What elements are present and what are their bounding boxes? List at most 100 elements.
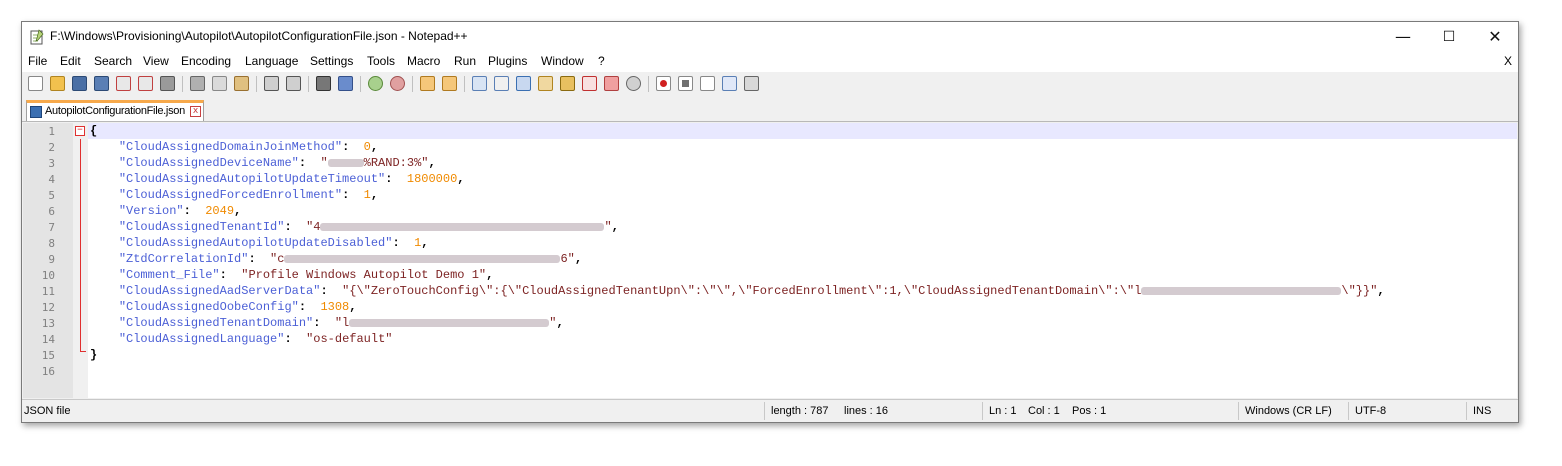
folder-as-workspace-icon[interactable] xyxy=(604,76,619,91)
line-number: 2 xyxy=(48,141,55,154)
copy-icon[interactable] xyxy=(212,76,227,91)
code-text: "CloudAssignedForcedEnrollment": 1, xyxy=(118,188,379,202)
play-macro-icon[interactable] xyxy=(700,76,715,91)
code-line: 8 "CloudAssignedAutopilotUpdateDisabled"… xyxy=(48,235,1517,251)
menu-file[interactable]: File xyxy=(28,54,47,68)
tab-label: AutopilotConfigurationFile.json xyxy=(45,105,185,117)
new-file-icon[interactable] xyxy=(28,76,43,91)
close-all-icon[interactable] xyxy=(138,76,153,91)
code-text: "CloudAssignedTenantDomain": "l ", xyxy=(118,316,564,330)
status-encoding[interactable]: UTF-8 xyxy=(1355,405,1386,417)
zoom-out-icon[interactable] xyxy=(390,76,405,91)
tab-autopilot-configuration-file[interactable]: AutopilotConfigurationFile.json x xyxy=(26,100,204,121)
toolbar-separator xyxy=(360,76,361,92)
monitoring-icon[interactable] xyxy=(626,76,641,91)
cut-icon[interactable] xyxy=(190,76,205,91)
zoom-in-icon[interactable] xyxy=(368,76,383,91)
save-icon[interactable] xyxy=(72,76,87,91)
menu-encoding[interactable]: Encoding xyxy=(181,54,231,68)
tab-bar: AutopilotConfigurationFile.json x xyxy=(22,98,1518,122)
open-file-icon[interactable] xyxy=(50,76,65,91)
status-eol[interactable]: Windows (CR LF) xyxy=(1245,405,1332,417)
line-number: 15 xyxy=(41,349,55,362)
code-text: "CloudAssignedAutopilotUpdateTimeout": 1… xyxy=(118,172,465,186)
code-text: { xyxy=(90,124,98,138)
menu-help[interactable]: ? xyxy=(598,54,605,68)
document-map-icon[interactable] xyxy=(560,76,575,91)
print-icon[interactable] xyxy=(160,76,175,91)
menu-run[interactable]: Run xyxy=(454,54,476,68)
status-separator xyxy=(764,402,765,420)
record-macro-icon[interactable] xyxy=(656,76,671,91)
define-language-icon[interactable] xyxy=(538,76,553,91)
save-macro-icon[interactable] xyxy=(744,76,759,91)
close-document-button[interactable]: X xyxy=(1504,54,1512,68)
tab-close-icon[interactable]: x xyxy=(190,106,201,117)
line-number: 1 xyxy=(48,125,55,138)
word-wrap-icon[interactable] xyxy=(472,76,487,91)
menu-language[interactable]: Language xyxy=(245,54,298,68)
menu-tools[interactable]: Tools xyxy=(367,54,395,68)
close-icon: ✕ xyxy=(1488,27,1502,46)
status-length: length : 787 xyxy=(771,405,829,417)
paste-icon[interactable] xyxy=(234,76,249,91)
minimize-button[interactable]: — xyxy=(1380,22,1426,52)
toolbar-separator xyxy=(182,76,183,92)
status-lines: lines : 16 xyxy=(844,405,889,417)
line-number: 14 xyxy=(41,333,55,346)
editor[interactable]: − 1 { 2 "CloudAssignedDomainJoinMethod":… xyxy=(23,123,1517,398)
replace-icon[interactable] xyxy=(338,76,353,91)
code-line: 10 "Comment_File": "Profile Windows Auto… xyxy=(42,267,1517,283)
stop-macro-icon[interactable] xyxy=(678,76,693,91)
status-position: Pos : 1 xyxy=(1072,405,1107,417)
redacted-text xyxy=(349,318,550,327)
code-text: "CloudAssignedTenantId": "4 ", xyxy=(118,220,619,234)
redacted-text xyxy=(320,222,605,231)
sync-vertical-icon[interactable] xyxy=(420,76,435,91)
menu-plugins[interactable]: Plugins xyxy=(488,54,527,68)
sync-horizontal-icon[interactable] xyxy=(442,76,457,91)
undo-icon[interactable] xyxy=(264,76,279,91)
status-separator xyxy=(1238,402,1239,420)
status-column: Col : 1 xyxy=(1028,405,1060,417)
status-insert-mode[interactable]: INS xyxy=(1473,405,1491,417)
menu-window[interactable]: Window xyxy=(541,54,584,68)
close-file-icon[interactable] xyxy=(116,76,131,91)
menu-settings[interactable]: Settings xyxy=(310,54,353,68)
notepad-plus-plus-window: F:\Windows\Provisioning\Autopilot\Autopi… xyxy=(21,21,1519,423)
code-text: "CloudAssignedAadServerData": "{\"ZeroTo… xyxy=(118,284,1385,298)
minimize-icon: — xyxy=(1395,27,1411,46)
function-list-icon[interactable] xyxy=(582,76,597,91)
code-line: 5 "CloudAssignedForcedEnrollment": 1, xyxy=(48,187,1517,203)
code-line: 16 xyxy=(42,363,1517,379)
fold-line xyxy=(80,139,81,351)
save-all-icon[interactable] xyxy=(94,76,109,91)
maximize-button[interactable]: ☐ xyxy=(1426,22,1472,52)
code-area[interactable]: 1 { 2 "CloudAssignedDomainJoinMethod": 0… xyxy=(42,123,1517,398)
redacted-text xyxy=(284,254,561,263)
code-text: "ZtdCorrelationId": "c 6", xyxy=(118,252,583,266)
menu-view[interactable]: View xyxy=(143,54,169,68)
code-line: 11 "CloudAssignedAadServerData": "{\"Zer… xyxy=(42,283,1517,299)
code-text: "Version": 2049, xyxy=(118,204,242,218)
code-text: "CloudAssignedAutopilotUpdateDisabled": … xyxy=(118,236,429,250)
status-bar: JSON file length : 787 lines : 16 Ln : 1… xyxy=(22,399,1518,422)
menu-macro[interactable]: Macro xyxy=(407,54,440,68)
status-separator xyxy=(1348,402,1349,420)
code-line: 4 "CloudAssignedAutopilotUpdateTimeout":… xyxy=(48,171,1517,187)
line-number: 4 xyxy=(48,173,55,186)
menu-edit[interactable]: Edit xyxy=(60,54,81,68)
redo-icon[interactable] xyxy=(286,76,301,91)
indent-guide-icon[interactable] xyxy=(516,76,531,91)
fold-end xyxy=(80,351,86,352)
fold-collapse-icon[interactable]: − xyxy=(75,126,85,136)
status-line-position: Ln : 1 xyxy=(989,405,1017,417)
find-icon[interactable] xyxy=(316,76,331,91)
menu-search[interactable]: Search xyxy=(94,54,132,68)
run-macro-multiple-icon[interactable] xyxy=(722,76,737,91)
toolbar-separator xyxy=(648,76,649,92)
code-line: 6 "Version": 2049, xyxy=(48,203,1517,219)
close-button[interactable]: ✕ xyxy=(1472,22,1518,52)
show-all-characters-icon[interactable] xyxy=(494,76,509,91)
code-line: 12 "CloudAssignedOobeConfig": 1308, xyxy=(42,299,1517,315)
